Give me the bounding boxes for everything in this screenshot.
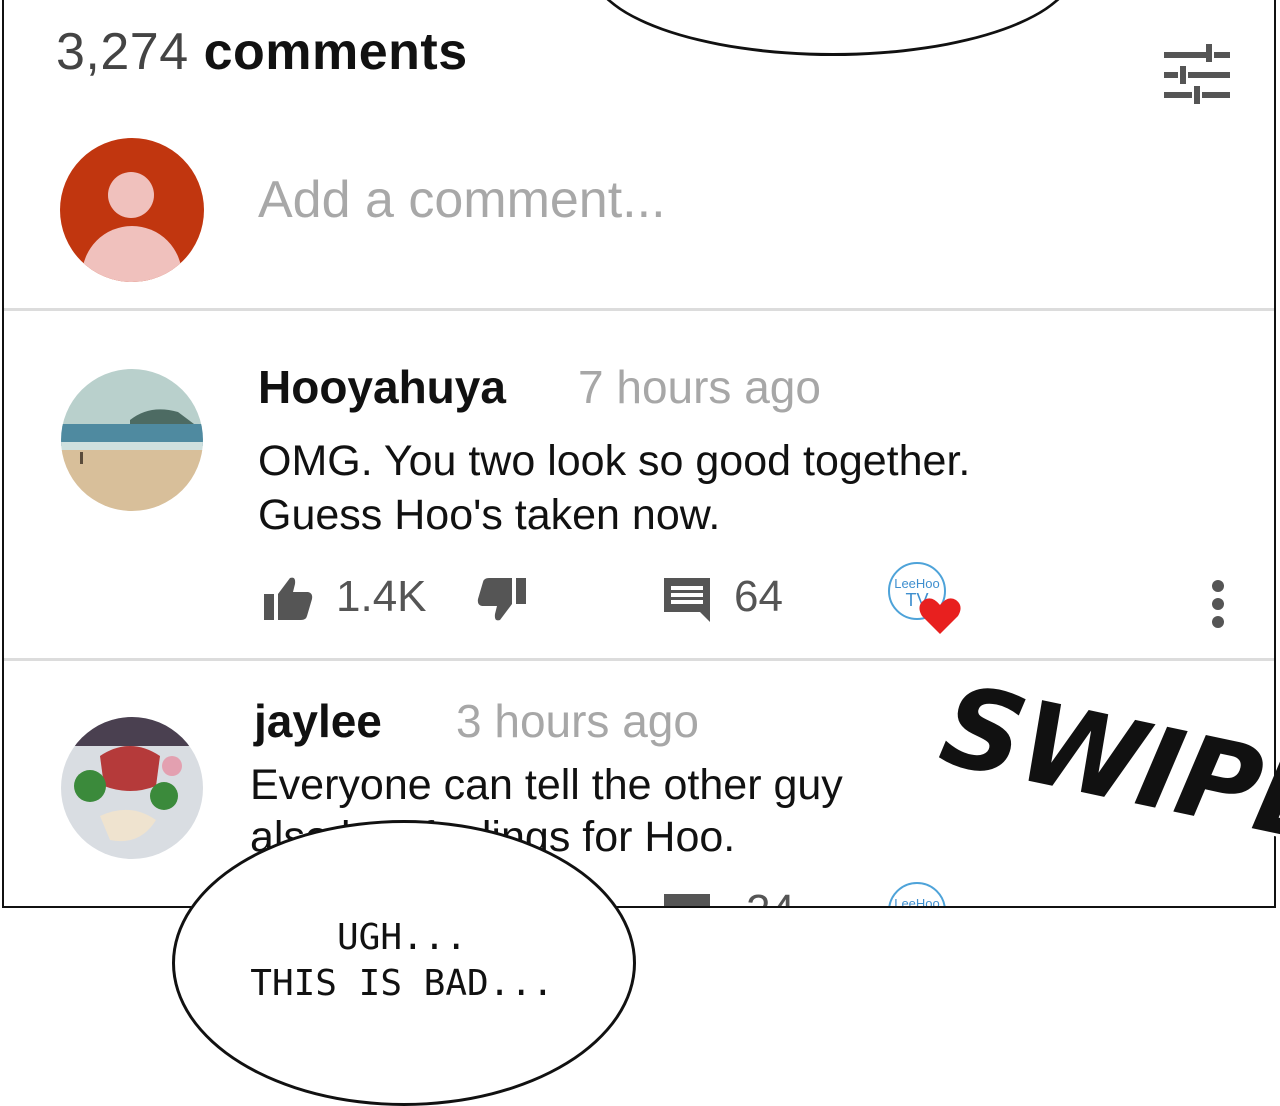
- reply-count: 64: [734, 572, 783, 621]
- add-comment-input[interactable]: Add a comment...: [258, 170, 666, 230]
- comment-count: 3,274 comments: [56, 22, 468, 82]
- comment-text-line: OMG. You two look so good together.: [258, 437, 971, 485]
- comment-text-line: Everyone can tell the other guy: [250, 761, 843, 809]
- comment-time: 7 hours ago: [578, 361, 821, 413]
- comment-time: 3 hours ago: [456, 695, 699, 747]
- speech-line: UGH...: [336, 917, 468, 958]
- reply-icon[interactable]: [662, 892, 712, 908]
- badge-text: LeeHoo: [894, 576, 940, 591]
- comment-count-number: 3,274: [56, 23, 189, 81]
- reply-count: 24: [746, 886, 795, 906]
- dislike-icon[interactable]: [476, 576, 528, 624]
- comment-text-line: Guess Hoo's taken now.: [258, 491, 721, 539]
- sort-icon[interactable]: [1162, 44, 1232, 108]
- comment-author[interactable]: jaylee: [254, 694, 382, 748]
- current-user-avatar: [60, 138, 204, 282]
- like-count: 1.4K: [336, 572, 427, 621]
- reply-icon[interactable]: [662, 576, 712, 622]
- speech-line: THIS IS BAD...: [250, 963, 554, 1004]
- user-avatar[interactable]: [60, 716, 204, 860]
- like-icon[interactable]: [262, 574, 314, 622]
- comment-count-label: comments: [203, 23, 468, 81]
- comment-author[interactable]: Hooyahuya: [258, 360, 506, 414]
- divider: [4, 658, 1274, 661]
- speech-bubble-text: UGH... THIS IS BAD...: [232, 915, 572, 1007]
- user-avatar[interactable]: [60, 368, 204, 512]
- badge-text: LeeHoo: [894, 896, 940, 908]
- divider: [4, 308, 1274, 311]
- more-options-icon[interactable]: [1208, 578, 1228, 630]
- creator-heart-badge: LeeHoo: [888, 882, 946, 908]
- heart-icon: [919, 598, 961, 634]
